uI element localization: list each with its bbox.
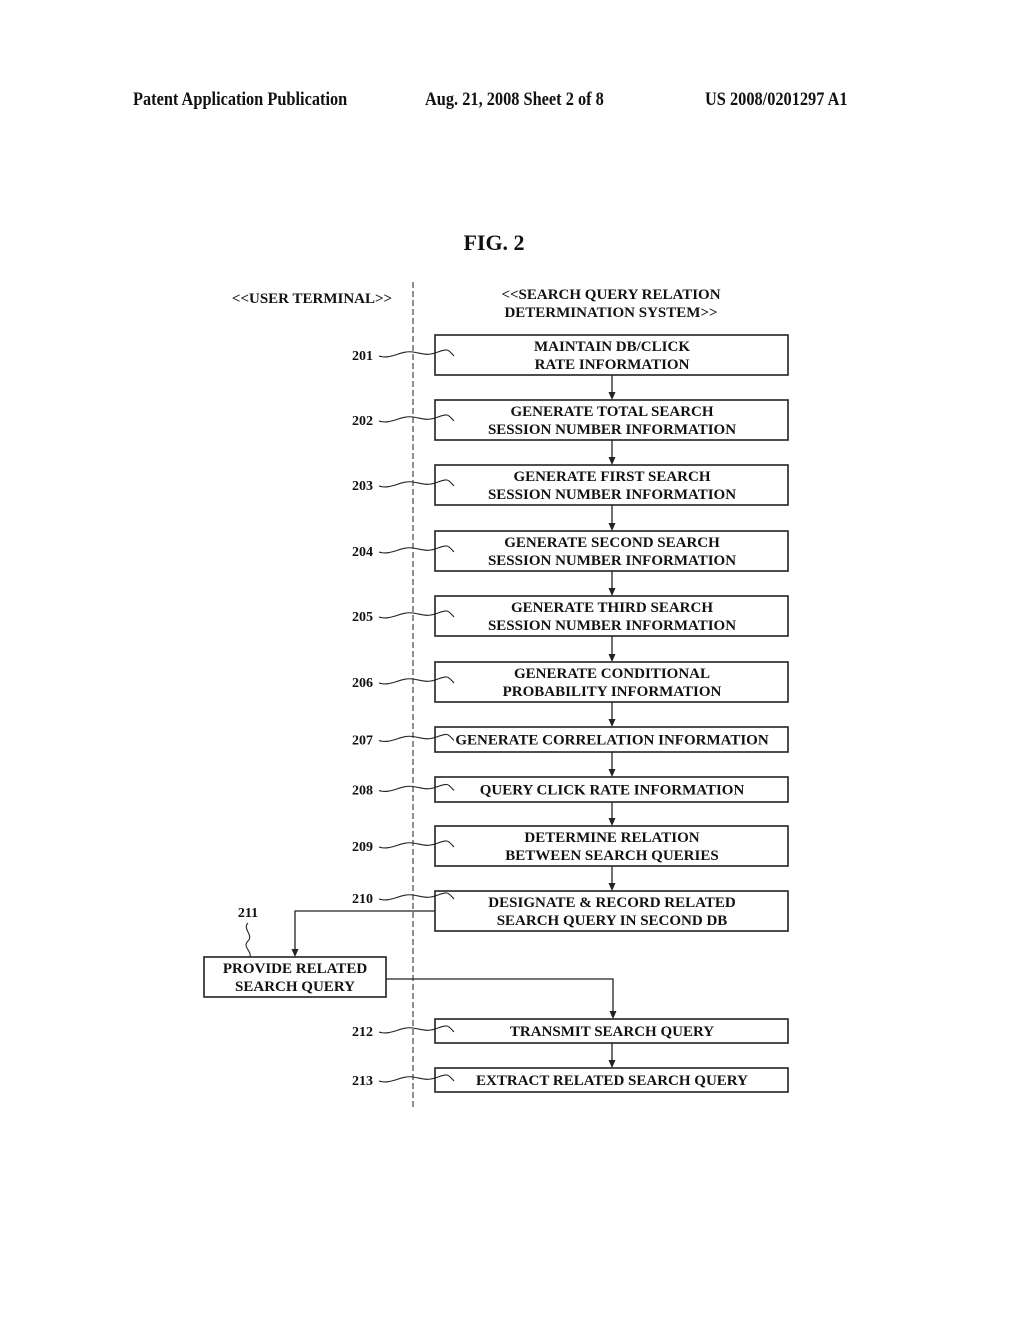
step-ref-210: 210 — [352, 892, 373, 907]
step-ref-213: 213 — [352, 1074, 373, 1089]
step-label-206: PROBABILITY INFORMATION — [503, 684, 722, 700]
flow-arrow-203-head — [608, 457, 616, 465]
step-label-206: GENERATE CONDITIONAL — [514, 666, 710, 682]
step-label-203: SESSION NUMBER INFORMATION — [488, 487, 736, 503]
step-ref-211: 211 — [238, 906, 258, 921]
flow-arrow-209-head — [608, 818, 616, 826]
step-label-201: MAINTAIN DB/CLICK — [534, 339, 690, 355]
step-label-213: EXTRACT RELATED SEARCH QUERY — [476, 1073, 748, 1089]
flow-connector-210-211 — [294, 910, 435, 950]
step-label-210: SEARCH QUERY IN SECOND DB — [497, 913, 728, 929]
step-label-211: SEARCH QUERY — [235, 979, 355, 995]
step-ref-204: 204 — [352, 545, 373, 560]
step-label-207: GENERATE CORRELATION INFORMATION — [455, 733, 769, 749]
flow-arrow-210-head — [608, 883, 616, 891]
step-label-211: PROVIDE RELATED — [223, 961, 367, 977]
lane-label-system-line2: DETERMINATION SYSTEM>> — [504, 305, 717, 321]
flow-arrow-208-head — [608, 769, 616, 777]
flow-arrow-206-head — [608, 654, 616, 662]
step-ref-205: 205 — [352, 610, 373, 625]
step-ref-207: 207 — [352, 734, 373, 749]
step-ref-212: 212 — [352, 1025, 373, 1040]
step-label-210: DESIGNATE & RECORD RELATED — [488, 895, 736, 911]
step-leader-211 — [245, 922, 251, 958]
step-ref-202: 202 — [352, 414, 373, 429]
step-ref-208: 208 — [352, 784, 373, 799]
step-label-208: QUERY CLICK RATE INFORMATION — [480, 783, 745, 799]
lane-label-user-terminal: <<USER TERMINAL>> — [232, 291, 392, 307]
step-ref-201: 201 — [352, 349, 373, 364]
flow-connector-211-212 — [386, 978, 614, 1012]
step-ref-209: 209 — [352, 840, 373, 855]
step-label-205: SESSION NUMBER INFORMATION — [488, 618, 736, 634]
step-label-204: SESSION NUMBER INFORMATION — [488, 553, 736, 569]
step-label-203: GENERATE FIRST SEARCH — [514, 469, 711, 485]
step-label-209: BETWEEN SEARCH QUERIES — [505, 848, 718, 864]
step-label-204: GENERATE SECOND SEARCH — [504, 535, 720, 551]
step-label-202: SESSION NUMBER INFORMATION — [488, 422, 736, 438]
step-ref-203: 203 — [352, 479, 373, 494]
step-label-209: DETERMINE RELATION — [524, 830, 699, 846]
flow-arrow-202-head — [608, 392, 616, 400]
flow-arrow-205-head — [608, 588, 616, 596]
step-label-205: GENERATE THIRD SEARCH — [511, 600, 713, 616]
flow-arrow-204-head — [608, 523, 616, 531]
step-label-201: RATE INFORMATION — [535, 357, 690, 373]
flow-connector-211-212-head — [609, 1011, 617, 1019]
flow-arrow-213-head — [608, 1060, 616, 1068]
lane-label-system-line1: <<SEARCH QUERY RELATION — [501, 287, 720, 303]
step-label-202: GENERATE TOTAL SEARCH — [510, 404, 713, 420]
step-label-212: TRANSMIT SEARCH QUERY — [510, 1024, 714, 1040]
flow-arrow-207-head — [608, 719, 616, 727]
flow-connector-210-211-head — [291, 949, 299, 957]
step-ref-206: 206 — [352, 676, 373, 691]
flowchart: FIG. 2 <<USER TERMINAL>> <<SEARCH QUERY … — [203, 230, 789, 1110]
figure-title: FIG. 2 — [463, 230, 524, 255]
